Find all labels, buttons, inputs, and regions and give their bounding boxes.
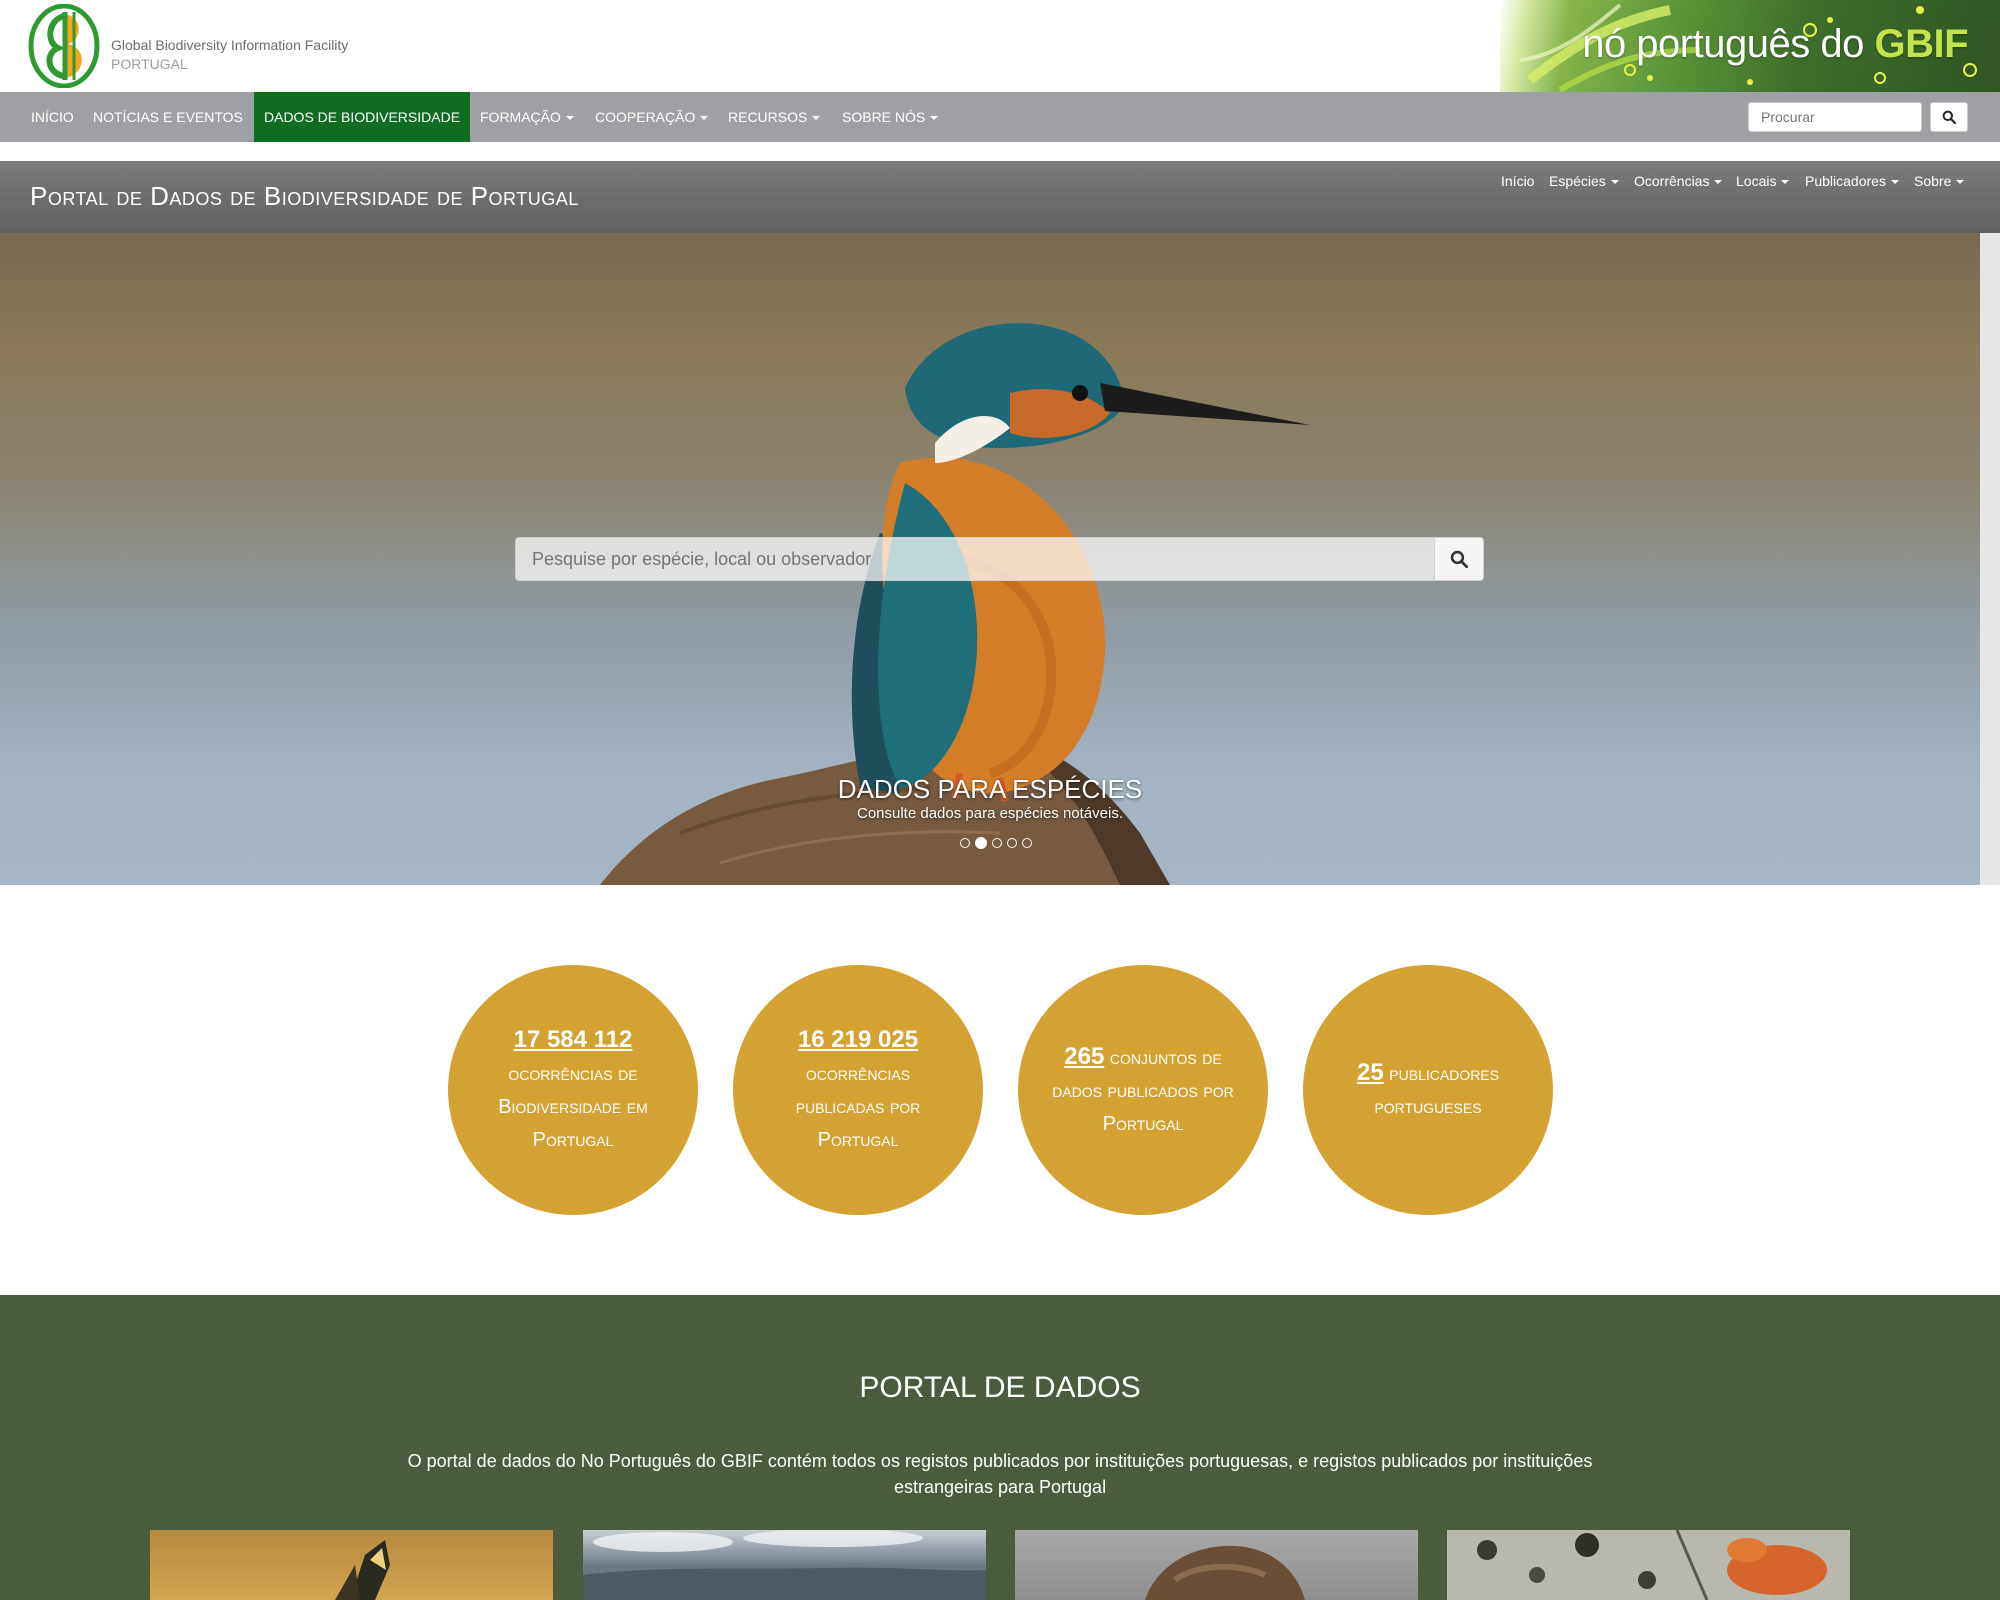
stat-number[interactable]: 17 584 112 [514, 1026, 633, 1053]
banner-title: nó português do GBIF [1582, 22, 1968, 67]
thumbnail-landscape[interactable] [583, 1530, 986, 1600]
portal-nav-inicio[interactable]: Início [1501, 173, 1534, 189]
portal-nav-publicadores[interactable]: Publicadores [1805, 173, 1899, 189]
nav-item-inicio[interactable]: INÍCIO [21, 92, 84, 142]
carousel-dot-2[interactable] [975, 837, 987, 849]
portal-nav-ocorrencias[interactable]: Ocorrências [1634, 173, 1723, 189]
caret-down-icon [1890, 180, 1899, 185]
thumbnail-animal[interactable] [1015, 1530, 1418, 1600]
portal-nav-label: Início [1501, 173, 1535, 189]
caret-down-icon [1610, 180, 1619, 185]
brand-name: Global Biodiversity Information Facility [111, 37, 349, 53]
nav-item-formacao[interactable]: FORMAÇÃO [470, 92, 584, 142]
nav-item-label: INÍCIO [31, 109, 74, 125]
carousel-dot-3[interactable] [992, 838, 1002, 848]
portal-nav-locais[interactable]: Locais [1736, 173, 1790, 189]
portal-bar: Portal de Dados de Biodiversidade de Por… [0, 161, 2000, 233]
nav-item-label: RECURSOS [728, 109, 808, 125]
stat-circle-occurrences-portugal[interactable]: 17 584 112 ocorrências de Biodiversidade… [448, 965, 698, 1215]
stat-content: 17 584 112 ocorrências de Biodiversidade… [478, 1023, 668, 1157]
caret-down-icon [565, 116, 574, 121]
portal-nav-label: Ocorrências [1634, 173, 1710, 189]
carousel-dot-5[interactable] [1022, 838, 1032, 848]
carousel-caption-subtitle: Consulte dados para espécies notáveis. [856, 805, 1123, 822]
butterfly-image [335, 1540, 390, 1600]
nav-item-dados-biodiversidade[interactable]: DADOS DE BIODIVERSIDADE [254, 92, 471, 142]
caret-down-icon [812, 116, 821, 121]
hero-search-input[interactable] [515, 537, 1435, 581]
stat-number[interactable]: 265 [1064, 1043, 1104, 1070]
stat-number[interactable]: 25 [1357, 1059, 1384, 1086]
nav-item-label: COOPERAÇÃO [595, 109, 696, 125]
carousel-caption-title: DADOS PARA ESPÉCIES [837, 774, 1143, 804]
brand-header: Global Biodiversity Information Facility… [0, 0, 2000, 92]
thumbnail-butterfly[interactable] [150, 1530, 553, 1600]
search-icon [1942, 110, 1956, 124]
caret-down-icon [1956, 180, 1965, 185]
stat-text: ocorrências de Biodiversidade em Portuga… [498, 1063, 648, 1151]
animal-image [1145, 1545, 1305, 1600]
brand-country: PORTUGAL [111, 56, 188, 72]
stat-circle-datasets[interactable]: 265 conjuntos de dados publicados por Po… [1018, 965, 1268, 1215]
caret-down-icon [700, 116, 709, 121]
portal-nav-sobre[interactable]: Sobre [1914, 173, 1965, 189]
caret-down-icon [1781, 180, 1790, 185]
caret-down-icon [1714, 180, 1723, 185]
stat-content: 16 219 025 ocorrências publicadas por Po… [763, 1023, 953, 1157]
carousel-dot-1[interactable] [960, 838, 970, 848]
banner-gbif: GBIF [1874, 22, 1968, 66]
stat-circle-publishers[interactable]: 25 publicadores portugueses [1303, 965, 1553, 1215]
nav-item-recursos[interactable]: RECURSOS [718, 92, 830, 142]
gbif-logo[interactable] [28, 3, 100, 89]
portal-title[interactable]: Portal de Dados de Biodiversidade de Por… [30, 181, 579, 212]
gbif-portugal-banner: nó português do GBIF [1500, 0, 2000, 92]
nav-item-noticias-eventos[interactable]: NOTÍCIAS E EVENTOS [83, 92, 253, 142]
search-icon [1450, 550, 1468, 568]
carousel-indicators [960, 837, 1032, 849]
stat-content: 25 publicadores portugueses [1333, 1056, 1523, 1124]
stat-content: 265 conjuntos de dados publicados por Po… [1048, 1040, 1238, 1141]
portal-nav-label: Publicadores [1805, 173, 1886, 189]
thumbnail-lichen[interactable] [1447, 1530, 1850, 1600]
caret-down-icon [930, 116, 939, 121]
nav-item-label: SOBRE NÓS [842, 109, 926, 125]
portal-nav-label: Espécies [1549, 173, 1606, 189]
brand-text: Global Biodiversity Information Facility… [111, 36, 348, 74]
section-title: PORTAL DE DADOS [859, 1371, 1141, 1404]
hero-search-button[interactable] [1434, 537, 1484, 581]
stat-circle-occurrences-published[interactable]: 16 219 025 ocorrências publicadas por Po… [733, 965, 983, 1215]
portal-nav-especies[interactable]: Espécies [1549, 173, 1619, 189]
main-nav: INÍCIO NOTÍCIAS E EVENTOS DADOS DE BIODI… [0, 92, 2000, 142]
nav-item-label: FORMAÇÃO [480, 109, 561, 125]
nav-search-input[interactable] [1748, 102, 1922, 132]
banner-text: nó português do [1582, 22, 1864, 66]
nav-search-button[interactable] [1930, 102, 1968, 132]
landscape-image [583, 1530, 986, 1600]
section-description: O portal de dados do No Português do GBI… [407, 1451, 1593, 1497]
nav-item-label: DADOS DE BIODIVERSIDADE [264, 109, 461, 125]
stat-text: ocorrências publicadas por Portugal [795, 1063, 921, 1151]
nav-item-cooperacao[interactable]: COOPERAÇÃO [585, 92, 718, 142]
carousel-dot-4[interactable] [1007, 838, 1017, 848]
lichen-image [1477, 1530, 1827, 1600]
scrollbar[interactable] [1980, 233, 2000, 885]
portal-nav-label: Sobre [1914, 173, 1952, 189]
nav-item-label: NOTÍCIAS E EVENTOS [93, 109, 243, 125]
stat-text: publicadores portugueses [1374, 1063, 1499, 1118]
nav-item-sobre-nos[interactable]: SOBRE NÓS [832, 92, 948, 142]
stat-number[interactable]: 16 219 025 [798, 1026, 918, 1053]
portal-nav-label: Locais [1736, 173, 1777, 189]
